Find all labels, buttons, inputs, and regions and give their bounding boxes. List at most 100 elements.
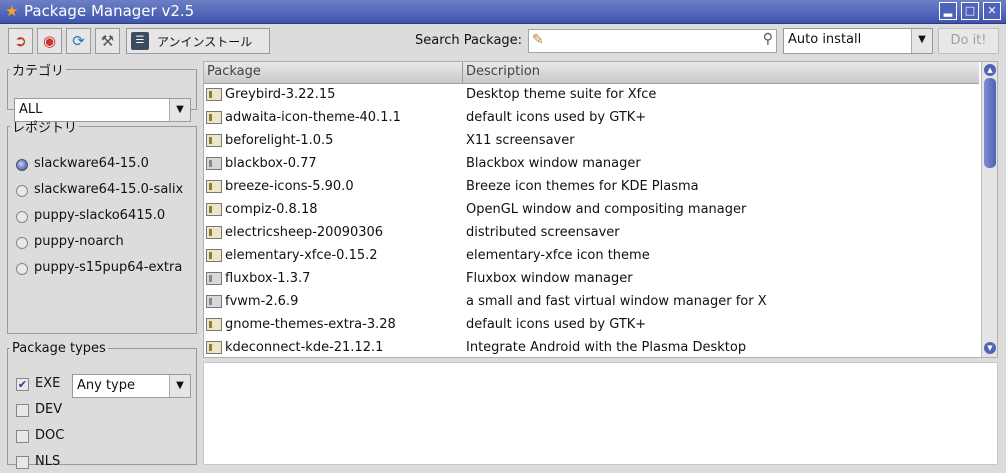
package-name: gnome-themes-extra-3.28 [225, 317, 396, 332]
package-description: OpenGL window and compositing manager [466, 202, 747, 217]
package-name: compiz-0.8.18 [225, 202, 318, 217]
package-icon [206, 249, 222, 262]
table-row[interactable]: electricsheep-20090306 distributed screen… [204, 222, 979, 245]
table-row[interactable]: kdeconnect-kde-21.12.1 Integrate Android … [204, 337, 979, 357]
repo-label: puppy-s15pup64-extra [34, 260, 183, 275]
package-name: elementary-xfce-0.15.2 [225, 248, 378, 263]
scroll-thumb[interactable] [984, 78, 996, 168]
repo-radio[interactable] [16, 185, 28, 197]
repo-radio[interactable] [16, 211, 28, 223]
repo-label: puppy-noarch [34, 234, 124, 249]
close-button[interactable]: ✕ [983, 2, 1001, 20]
package-type-value: Any type [77, 378, 135, 393]
maximize-button[interactable]: □ [961, 2, 979, 20]
package-description: Blackbox window manager [466, 156, 641, 171]
do-it-button[interactable]: Do it! [938, 28, 999, 54]
package-description: Desktop theme suite for Xfce [466, 87, 657, 102]
table-row[interactable]: adwaita-icon-theme-40.1.1 default icons u… [204, 107, 979, 130]
install-mode-value: Auto install [788, 32, 862, 47]
dev-checkbox[interactable] [16, 404, 29, 417]
table-row[interactable]: fvwm-2.6.9 a small and fast virtual windo… [204, 291, 979, 314]
package-name: Greybird-3.22.15 [225, 87, 336, 102]
broom-icon[interactable]: ✎ [532, 32, 544, 48]
package-description: elementary-xfce icon theme [466, 248, 650, 263]
category-group: カテゴリ ALL ▼ [7, 60, 197, 122]
search-input[interactable] [551, 32, 751, 50]
column-header-description[interactable]: Description [466, 64, 540, 79]
chevron-down-icon[interactable]: ▼ [169, 375, 190, 397]
vertical-scrollbar[interactable]: ▲ ▼ [981, 62, 997, 357]
package-icon [206, 134, 222, 147]
category-legend: カテゴリ [12, 64, 65, 79]
package-name: breeze-icons-5.90.0 [225, 179, 354, 194]
repo-radio[interactable] [16, 237, 28, 249]
window-manager-icon [206, 272, 222, 285]
install-icon: ☰ [131, 32, 149, 50]
tools-icon[interactable]: ⚒ [95, 28, 120, 54]
scroll-up-icon[interactable]: ▲ [984, 64, 996, 76]
window-title: Package Manager v2.5 [24, 2, 195, 20]
package-info-pane [203, 362, 998, 465]
package-icon [206, 341, 222, 354]
package-table: Package Description Greybird-3.22.15 Desk… [203, 61, 998, 358]
table-row[interactable]: fluxbox-1.3.7 Fluxbox window manager [204, 268, 979, 291]
column-header-package[interactable]: Package [207, 64, 261, 79]
package-icon [206, 180, 222, 193]
package-name: kdeconnect-kde-21.12.1 [225, 340, 384, 355]
repository-group: レポジトリ slackware64-15.0 slackware64-15.0-… [7, 117, 197, 334]
package-description: a small and fast virtual window manager … [466, 294, 767, 309]
package-description: Breeze icon themes for KDE Plasma [466, 179, 699, 194]
star-icon: ★ [5, 2, 19, 20]
install-mode-select[interactable]: Auto install ▼ [783, 28, 933, 54]
table-row[interactable]: gnome-themes-extra-3.28 default icons use… [204, 314, 979, 337]
package-types-legend: Package types [12, 341, 106, 356]
search-label: Search Package: [415, 33, 523, 48]
table-row[interactable]: Greybird-3.22.15 Desktop theme suite for … [204, 84, 979, 107]
package-description: distributed screensaver [466, 225, 620, 240]
doc-label: DOC [35, 428, 65, 443]
exit-icon[interactable]: ➲ [8, 28, 33, 54]
refresh-icon[interactable]: ⟳ [66, 28, 91, 54]
package-description: Fluxbox window manager [466, 271, 633, 286]
package-type-select[interactable]: Any type ▼ [72, 374, 191, 398]
package-description: X11 screensaver [466, 133, 575, 148]
search-box[interactable]: ✎ ⚲ [528, 29, 777, 53]
dev-label: DEV [35, 402, 63, 417]
category-value: ALL [19, 102, 43, 117]
title-bar: ★ Package Manager v2.5 ▂ □ ✕ [0, 0, 1006, 24]
doc-checkbox[interactable] [16, 430, 29, 443]
help-lifebuoy-icon[interactable]: ◉ [37, 28, 62, 54]
chevron-down-icon[interactable]: ▼ [911, 29, 932, 53]
repo-radio[interactable] [16, 159, 28, 171]
package-icon [206, 111, 222, 124]
package-icon [206, 318, 222, 331]
package-icon [206, 226, 222, 239]
exe-label: EXE [35, 376, 61, 391]
package-description: Integrate Android with the Plasma Deskto… [466, 340, 747, 355]
window-manager-icon [206, 157, 222, 170]
package-types-group: Package types ✔ EXE DEV DOC NLS Any type… [7, 341, 197, 469]
repo-label: slackware64-15.0 [34, 156, 149, 171]
column-divider[interactable] [462, 62, 463, 83]
scroll-down-icon[interactable]: ▼ [984, 342, 996, 354]
uninstall-label: アンインストール [157, 35, 253, 49]
nls-checkbox[interactable] [16, 456, 29, 469]
table-row[interactable]: compiz-0.8.18 OpenGL window and compositi… [204, 199, 979, 222]
exe-checkbox[interactable]: ✔ [16, 378, 29, 391]
table-row[interactable]: blackbox-0.77 Blackbox window manager [204, 153, 979, 176]
table-row[interactable]: elementary-xfce-0.15.2 elementary-xfce ic… [204, 245, 979, 268]
table-row[interactable]: breeze-icons-5.90.0 Breeze icon themes fo… [204, 176, 979, 199]
repo-radio[interactable] [16, 263, 28, 275]
table-row[interactable]: beforelight-1.0.5 X11 screensaver [204, 130, 979, 153]
package-name: beforelight-1.0.5 [225, 133, 334, 148]
magnifier-icon[interactable]: ⚲ [763, 31, 773, 47]
package-description: default icons used by GTK+ [466, 110, 647, 125]
package-icon [206, 88, 222, 101]
minimize-button[interactable]: ▂ [939, 2, 957, 20]
toolbar: ➲ ◉ ⟳ ⚒ ☰ アンインストール Search Package: ✎ ⚲ A… [0, 24, 1006, 58]
package-description: default icons used by GTK+ [466, 317, 647, 332]
uninstall-button[interactable]: ☰ アンインストール [126, 28, 270, 54]
nls-label: NLS [35, 454, 61, 469]
package-name: fluxbox-1.3.7 [225, 271, 311, 286]
package-name: electricsheep-20090306 [225, 225, 384, 240]
